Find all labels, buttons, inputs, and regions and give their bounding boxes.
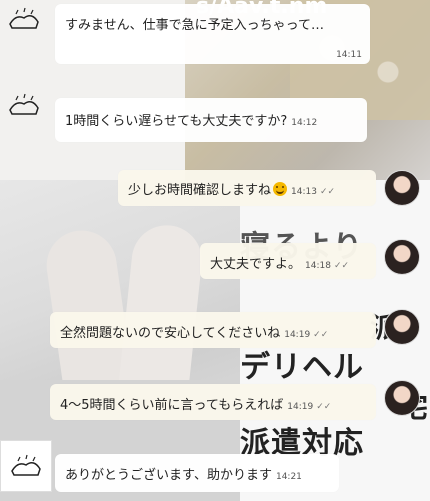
- smiling-face-icon: [273, 182, 288, 196]
- doodle-avatar-icon[interactable]: [6, 92, 42, 118]
- message-time: 14:21: [275, 472, 302, 482]
- message-text: 4〜5時間くらい前に言ってもらえれば: [60, 398, 284, 413]
- message-bubble[interactable]: 4〜5時間くらい前に言ってもらえれば 14:19 ✓✓: [50, 384, 376, 420]
- message-text: 全然問題ないので安心してくださいね: [60, 326, 281, 341]
- message-bubble[interactable]: 大丈夫ですよ。 14:18 ✓✓: [200, 243, 376, 279]
- girl-photo-avatar[interactable]: [384, 380, 420, 416]
- avatar-frame[interactable]: [0, 440, 52, 492]
- message-text: 1時間くらい遅らせても大丈夫ですか?: [65, 114, 288, 129]
- girl-photo-avatar[interactable]: [384, 239, 420, 275]
- message-text: ありがとうございます、助かります: [65, 468, 272, 483]
- read-status: ✓✓: [316, 402, 332, 412]
- message-bubble[interactable]: 全然問題ないので安心してくださいね 14:19 ✓✓: [50, 312, 376, 348]
- message-text: 少しお時間確認しますね: [128, 183, 272, 198]
- message-time: 14:11: [336, 50, 362, 60]
- doodle-avatar-icon: [11, 454, 41, 476]
- message-time: 14:13: [291, 187, 317, 197]
- girl-photo-avatar[interactable]: [384, 309, 420, 345]
- message-text: すみません、仕事で急に予定入っちゃって…: [65, 18, 324, 33]
- message-bubble[interactable]: ありがとうございます、助かります 14:21: [55, 454, 339, 492]
- message-text: 大丈夫ですよ。: [210, 257, 302, 272]
- message-time: 14:12: [291, 118, 318, 128]
- ad-headline-3: デリヘル: [240, 350, 364, 385]
- doodle-avatar-icon[interactable]: [6, 6, 42, 32]
- message-bubble[interactable]: 少しお時間確認しますね 14:13 ✓✓: [118, 170, 376, 206]
- read-status: ✓✓: [319, 187, 336, 197]
- message-time: 14:19: [287, 402, 314, 412]
- girl-photo-avatar[interactable]: [384, 170, 420, 206]
- read-status: ✓✓: [313, 330, 329, 340]
- message-time: 14:19: [284, 330, 311, 340]
- message-bubble[interactable]: すみません、仕事で急に予定入っちゃって… 14:11: [55, 4, 370, 64]
- read-status: ✓✓: [333, 261, 350, 271]
- message-bubble[interactable]: 1時間くらい遅らせても大丈夫ですか? 14:12: [55, 98, 367, 142]
- message-time: 14:18: [305, 261, 331, 271]
